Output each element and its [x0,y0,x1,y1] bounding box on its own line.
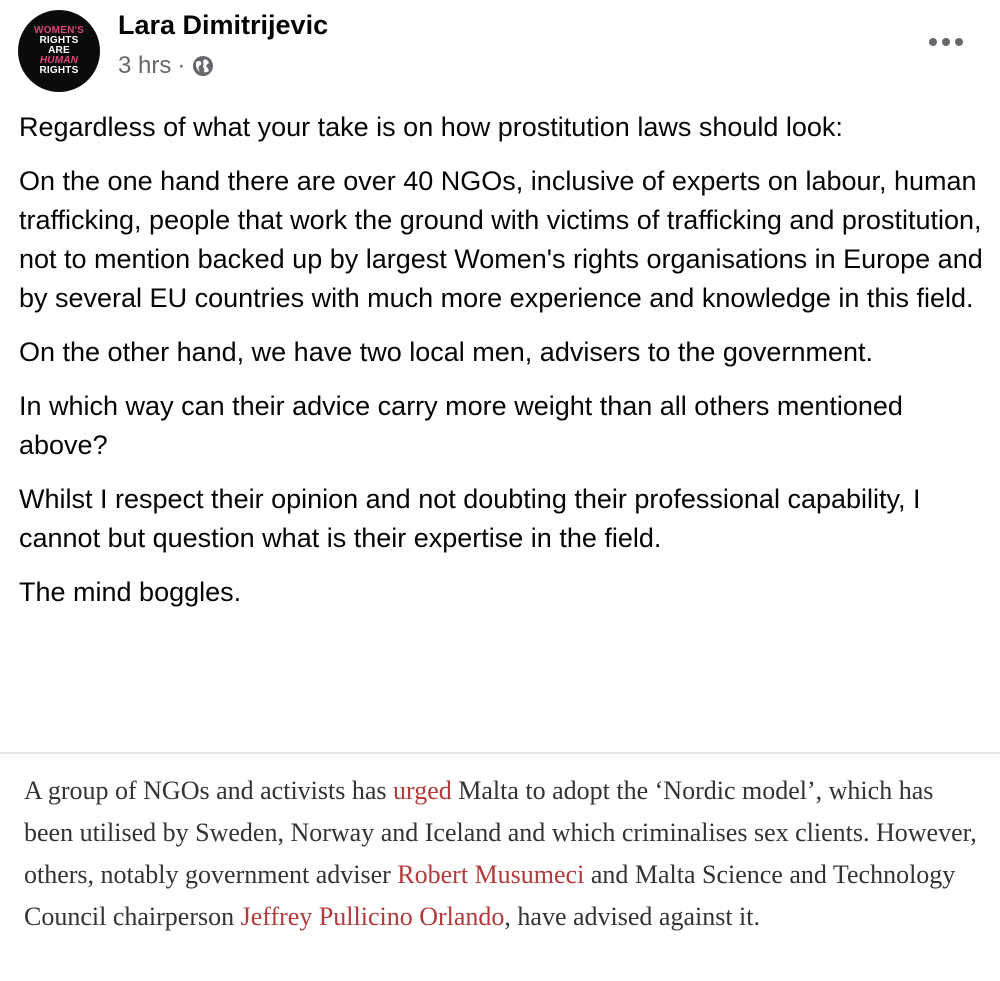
divider [0,752,1000,754]
globe-icon[interactable] [191,54,215,78]
post-paragraph: In which way can their advice carry more… [19,391,903,460]
post-timestamp[interactable]: 3 hrs [118,52,171,80]
meta-separator: · [177,52,186,79]
post-meta: 3 hrs · [118,52,215,80]
post-header: WOMEN'S RIGHTS ARE HUMAN RIGHTS Lara Dim… [0,0,1000,100]
post-paragraph: The mind boggles. [19,577,242,607]
post-paragraph: Whilst I respect their opinion and not d… [19,484,921,553]
article-link-robert-musumeci[interactable]: Robert Musumeci [397,860,584,889]
post-paragraph: On the one hand there are over 40 NGOs, … [19,166,983,313]
avatar-text-line: RIGHTS [39,65,79,76]
article-link-jeffrey-pullicino-orlando[interactable]: Jeffrey Pullicino Orlando [241,902,505,931]
article-text: A group of NGOs and activists has [24,776,394,805]
avatar[interactable]: WOMEN'S RIGHTS ARE HUMAN RIGHTS [18,10,100,92]
post-text: Regardless of what your take is on how p… [19,108,984,627]
author-name[interactable]: Lara Dimitrijevic [118,10,328,41]
post-paragraph: Regardless of what your take is on how p… [19,112,843,142]
more-options-button[interactable] [922,26,970,58]
more-options-icon [929,38,963,46]
article-text: , have advised against it. [504,902,761,931]
article-excerpt: A group of NGOs and activists has urged … [24,770,984,938]
article-link-urged[interactable]: urged [393,776,452,805]
post-paragraph: On the other hand, we have two local men… [19,337,873,367]
